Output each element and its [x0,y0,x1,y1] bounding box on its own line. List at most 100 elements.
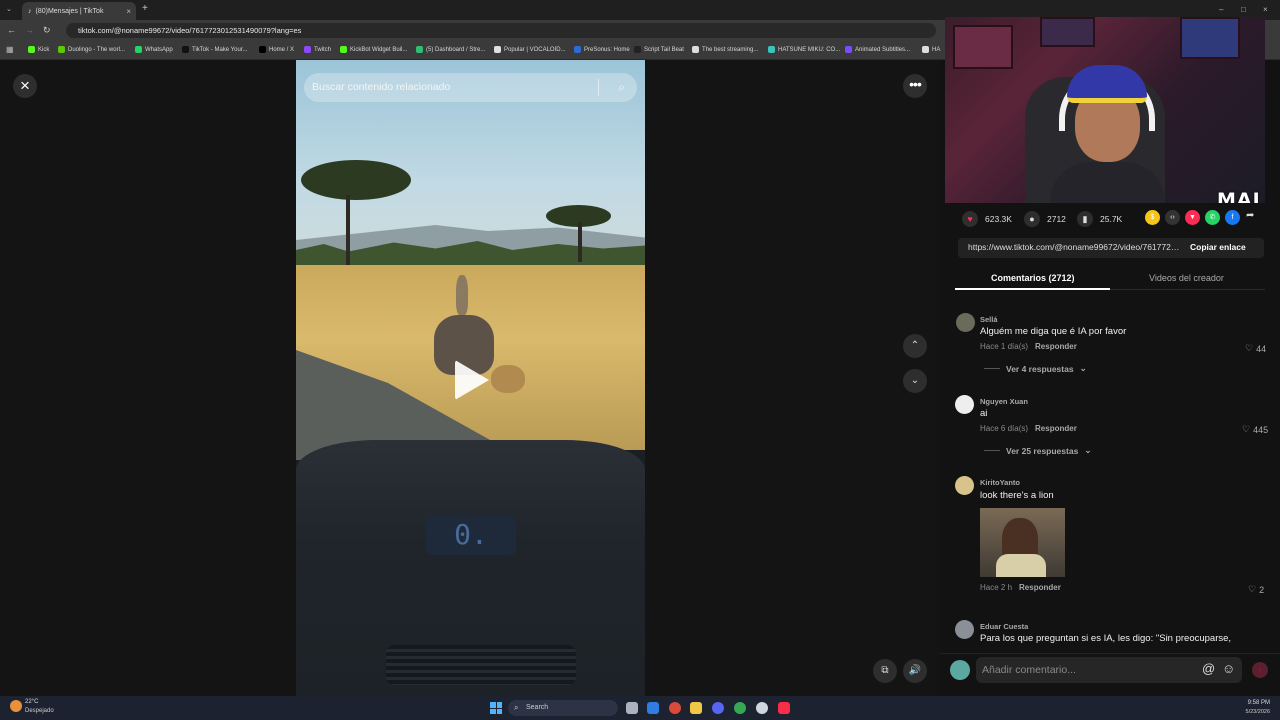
facebook-icon[interactable]: f [1225,210,1240,225]
send-comment-button[interactable]: ↑ [1252,662,1268,678]
search-icon[interactable]: ⌕ [618,73,625,102]
bookmark-item[interactable]: WhatsApp [135,46,173,53]
bookmark-item[interactable]: Popular | VOCALOID... [494,46,566,53]
comment-gif[interactable] [980,508,1065,577]
heart-outline-icon[interactable]: ♡ [1245,343,1253,354]
reply-button[interactable]: Responder [1035,342,1077,351]
browser-tab-active[interactable]: ♪ (80)Mensajes | TikTok × [22,2,136,20]
app-icon[interactable] [669,702,681,714]
comment-avatar[interactable] [955,620,974,639]
bookmark-icon[interactable]: ▮ [1077,211,1093,227]
comment-username[interactable]: KiritoYanto [980,478,1020,487]
reply-button[interactable]: Responder [1019,583,1061,592]
close-window-icon[interactable]: × [1263,5,1268,14]
bookmark-item[interactable]: The best streaming... [692,46,758,53]
chevron-down-icon: ⌄ [1084,445,1092,455]
play-icon[interactable] [455,360,489,400]
mention-icon[interactable]: @ [1202,661,1215,676]
emoji-icon[interactable]: ☺ [1222,661,1235,676]
next-video-button[interactable]: ⌄ [903,369,927,393]
maximize-window-icon[interactable]: □ [1241,5,1246,14]
tab-comments[interactable]: Comentarios (2712) [991,273,1075,283]
file-explorer-icon[interactable] [690,702,702,714]
minimize-window-icon[interactable]: – [1219,5,1223,14]
meerkat [456,275,468,315]
discord-icon[interactable] [712,702,724,714]
wall-poster [953,25,1013,69]
tab-creator-videos[interactable]: Videos del creador [1149,273,1224,283]
acacia-trunk [346,195,350,265]
floating-player-icon[interactable]: ⧉ [873,659,897,683]
comment-avatar[interactable] [955,395,974,414]
bookmark-favicon-icon [634,46,641,53]
view-replies-button[interactable]: Ver 25 respuestas ⌄ [984,445,1091,456]
settings-icon[interactable] [756,702,768,714]
save-stat[interactable]: ▮ 25.7K [1077,211,1122,227]
comment-like[interactable]: ♡ 44 [1245,343,1266,354]
copy-link-button[interactable]: Copiar enlace [1190,242,1246,252]
volume-icon[interactable]: 🔊 [903,659,927,683]
music-icon[interactable] [778,702,790,714]
bookmark-item[interactable]: HA [922,46,940,53]
comment-like[interactable]: ♡ 2 [1248,584,1264,595]
bookmark-item[interactable]: Twitch [304,46,331,53]
previous-video-button[interactable]: ⌃ [903,334,927,358]
comment-icon[interactable]: ● [1024,211,1040,227]
whatsapp-icon[interactable]: ✆ [1205,210,1220,225]
new-tab-icon[interactable]: + [142,3,148,14]
taskbar-date[interactable]: 5/23/2026 [1236,709,1270,715]
weather-icon[interactable] [10,700,22,712]
close-tab-icon[interactable]: × [126,7,131,16]
bookmark-item[interactable]: (5) Dashboard / Stre... [416,46,485,53]
reload-icon[interactable]: ↻ [43,25,51,36]
browser-tab-title: (80)Mensajes | TikTok [35,7,104,15]
bookmark-favicon-icon [58,46,65,53]
video-player[interactable]: 0. Buscar contenido relacionado ⌕ [296,60,645,696]
bookmark-item[interactable]: KickBot Widget Buil... [340,46,407,53]
forward-icon[interactable]: → [25,25,34,35]
bookmark-item[interactable]: Script Tail Beat [634,46,684,53]
more-options-button[interactable]: ••• [903,74,927,98]
comment-avatar[interactable] [956,313,975,332]
view-replies-button[interactable]: Ver 4 respuestas ⌄ [984,363,1087,374]
comment-like[interactable]: ♡ 445 [1242,424,1268,435]
share-arrow-icon[interactable]: ➦ [1246,210,1254,221]
comment-username[interactable]: Nguyen Xuan [980,397,1028,406]
start-menu-icon[interactable] [490,702,502,714]
send-to-friends-icon[interactable]: ▼ [1185,210,1200,225]
chrome-icon[interactable] [734,702,746,714]
acacia-trunk-small [578,222,582,262]
bookmark-item[interactable]: Animated Subtitles... [845,46,910,53]
like-stat[interactable]: ♥ 623.3K [962,211,1012,227]
bookmark-item[interactable]: Duolingo - The worl... [58,46,125,53]
share-link-text[interactable]: https://www.tiktok.com/@noname99672/vide… [968,242,1180,252]
task-view-icon[interactable] [626,702,638,714]
back-icon[interactable]: ← [7,25,16,35]
apps-grid-icon[interactable]: ▦ [6,45,14,54]
heart-outline-icon[interactable]: ♡ [1248,584,1256,595]
bookmark-item[interactable]: TikTok - Make Your... [182,46,247,53]
taskbar-search-label: Search [526,704,549,711]
comment-username[interactable]: Eduar Cuesta [980,622,1028,631]
stream-overlay-logo: MAI [1217,189,1261,203]
related-search-input[interactable]: Buscar contenido relacionado ⌕ [304,73,637,102]
address-bar[interactable]: tiktok.com/@noname99672/video/7617723012… [66,23,936,38]
comment-avatar[interactable] [955,476,974,495]
bookmark-item[interactable]: Kick [28,46,49,53]
coin-share-icon[interactable]: $ [1145,210,1160,225]
bookmark-item[interactable]: Home / X [259,46,294,53]
bookmark-item[interactable]: PreSonus: Home [574,46,630,53]
comment-stat[interactable]: ● 2712 [1024,211,1066,227]
comment-username[interactable]: Sellá [980,315,998,324]
taskbar-search[interactable]: ⌕ Search [508,700,618,716]
reply-button[interactable]: Responder [1035,424,1077,433]
bookmark-label: Home / X [269,46,295,53]
taskbar-time[interactable]: 9:58 PM [1238,700,1270,706]
bookmark-item[interactable]: HATSUNE MIKU: CO... [768,46,840,53]
tab-list-icon[interactable]: ⌄ [6,5,12,13]
store-icon[interactable] [647,702,659,714]
heart-outline-icon[interactable]: ♡ [1242,424,1250,435]
embed-icon[interactable]: ‹› [1165,210,1180,225]
close-viewer-button[interactable]: × [13,74,37,98]
heart-icon[interactable]: ♥ [962,211,978,227]
